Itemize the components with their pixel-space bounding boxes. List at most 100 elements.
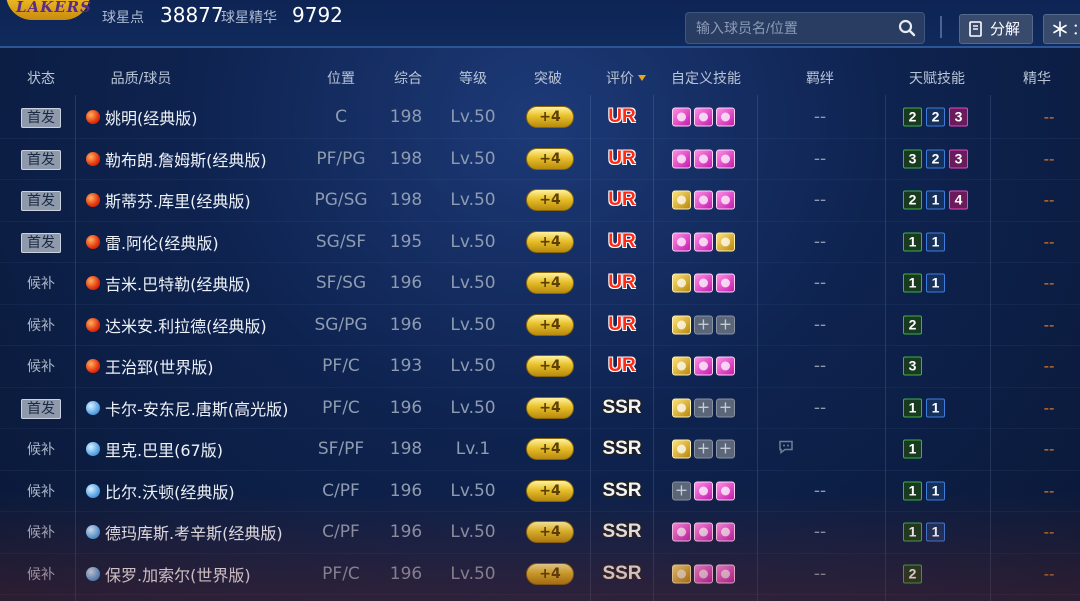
player-name[interactable]: 达米安.利拉德(经典版) bbox=[105, 313, 267, 337]
talent-badge[interactable]: 2 bbox=[926, 149, 945, 169]
player-name[interactable]: 雷.阿伦(经典版) bbox=[105, 230, 219, 254]
talent-badge[interactable]: 1 bbox=[903, 273, 922, 293]
skill-icon[interactable] bbox=[716, 190, 735, 210]
player-name-cell[interactable]: 吉米.巴特勒(经典版) bbox=[86, 271, 251, 295]
status-cell[interactable]: 首发 bbox=[21, 232, 61, 253]
col-bond[interactable]: 羁绊 bbox=[806, 68, 834, 88]
skill-icon[interactable] bbox=[672, 232, 691, 252]
talent-badge[interactable]: 3 bbox=[949, 149, 968, 169]
skill-icon[interactable] bbox=[716, 149, 735, 169]
status-badge[interactable]: 候补 bbox=[27, 318, 55, 334]
player-name-cell[interactable]: 姚明(经典版) bbox=[86, 105, 198, 129]
status-cell[interactable]: 首发 bbox=[21, 149, 61, 170]
table-row[interactable]: 候补 吉米.巴特勒(经典版) SF/SG 196 Lv.50 +4 UR -- … bbox=[0, 263, 1080, 305]
col-custom-skills[interactable]: 自定义技能 bbox=[671, 68, 741, 88]
talent-badge[interactable]: 2 bbox=[903, 107, 922, 127]
skill-icon[interactable] bbox=[716, 356, 735, 376]
col-status[interactable]: 状态 bbox=[27, 68, 55, 88]
table-row[interactable]: 候补 达米安.利拉德(经典版) SG/PG 196 Lv.50 +4 UR --… bbox=[0, 305, 1080, 346]
player-name[interactable]: 勒布朗.詹姆斯(经典版) bbox=[105, 147, 267, 171]
skill-icon[interactable] bbox=[694, 190, 713, 210]
skill-icon[interactable] bbox=[672, 356, 691, 376]
skill-icon[interactable] bbox=[716, 232, 735, 252]
skill-icon[interactable] bbox=[694, 564, 713, 584]
skill-icon[interactable] bbox=[672, 149, 691, 169]
player-name-cell[interactable]: 保罗.加索尔(世界版) bbox=[86, 562, 251, 586]
player-name[interactable]: 比尔.沃顿(经典版) bbox=[105, 479, 235, 503]
player-name[interactable]: 保罗.加索尔(世界版) bbox=[105, 562, 251, 586]
table-row[interactable]: 候补 里克.巴里(67版) SF/PF 198 Lv.1 +4 SSR 1 -- bbox=[0, 429, 1080, 471]
table-row[interactable]: 首发 卡尔-安东尼.唐斯(高光版) PF/C 196 Lv.50 +4 SSR … bbox=[0, 388, 1080, 429]
add-skill-icon[interactable] bbox=[694, 397, 713, 418]
skill-icon[interactable] bbox=[672, 107, 691, 127]
skill-icon[interactable] bbox=[694, 356, 713, 376]
table-row[interactable]: 首发 斯蒂芬.库里(经典版) PG/SG 198 Lv.50 +4 UR -- … bbox=[0, 180, 1080, 222]
status-cell[interactable]: 候补 bbox=[27, 439, 55, 459]
table-row[interactable]: 首发 勒布朗.詹姆斯(经典版) PF/PG 198 Lv.50 +4 UR --… bbox=[0, 139, 1080, 180]
status-cell[interactable]: 候补 bbox=[27, 522, 55, 542]
status-cell[interactable]: 首发 bbox=[21, 398, 61, 419]
status-cell[interactable]: 首发 bbox=[21, 190, 61, 212]
skill-icon[interactable] bbox=[716, 522, 735, 542]
player-name-cell[interactable]: 王治郅(世界版) bbox=[86, 354, 214, 378]
col-level[interactable]: 等级 bbox=[459, 68, 487, 88]
settings-button[interactable]: ： bbox=[1043, 14, 1080, 44]
col-talent[interactable]: 天赋技能 bbox=[909, 68, 965, 88]
talent-badge[interactable]: 1 bbox=[926, 398, 945, 418]
skill-icon[interactable] bbox=[716, 481, 735, 501]
talent-badge[interactable]: 2 bbox=[903, 564, 922, 584]
search-box[interactable] bbox=[685, 12, 925, 44]
add-skill-icon[interactable] bbox=[694, 439, 713, 459]
table-row[interactable]: 候补 王治郅(世界版) PF/C 193 Lv.50 +4 UR -- 3 -- bbox=[0, 346, 1080, 388]
skill-icon[interactable] bbox=[716, 273, 735, 293]
player-name[interactable]: 卡尔-安东尼.唐斯(高光版) bbox=[105, 396, 288, 420]
col-overall[interactable]: 综合 bbox=[394, 68, 422, 88]
player-name[interactable]: 姚明(经典版) bbox=[105, 105, 198, 129]
skill-icon[interactable] bbox=[716, 107, 735, 127]
talent-badge[interactable]: 3 bbox=[903, 356, 922, 376]
player-name-cell[interactable]: 德玛库斯.考辛斯(经典版) bbox=[86, 520, 283, 544]
add-skill-icon[interactable] bbox=[694, 314, 713, 335]
player-name-cell[interactable]: 达米安.利拉德(经典版) bbox=[86, 313, 267, 337]
talent-badge[interactable]: 1 bbox=[903, 481, 922, 501]
add-skill-icon[interactable] bbox=[716, 397, 735, 418]
search-icon[interactable] bbox=[898, 19, 916, 37]
talent-badge[interactable]: 1 bbox=[903, 439, 922, 459]
status-badge[interactable]: 候补 bbox=[27, 484, 55, 500]
player-name-cell[interactable]: 里克.巴里(67版) bbox=[86, 437, 223, 461]
skill-icon[interactable] bbox=[694, 232, 713, 252]
col-essence[interactable]: 精华 bbox=[1023, 68, 1051, 88]
talent-badge[interactable]: 1 bbox=[926, 522, 945, 542]
player-name[interactable]: 斯蒂芬.库里(经典版) bbox=[105, 188, 251, 212]
skill-icon[interactable] bbox=[672, 564, 691, 584]
player-name[interactable]: 里克.巴里(67版) bbox=[105, 437, 223, 461]
talent-badge[interactable]: 1 bbox=[903, 232, 922, 252]
col-player[interactable]: 品质/球员 bbox=[111, 68, 172, 88]
talent-badge[interactable]: 2 bbox=[903, 315, 922, 335]
col-rating[interactable]: 评价 bbox=[606, 68, 646, 88]
talent-badge[interactable]: 4 bbox=[949, 190, 968, 210]
status-cell[interactable]: 候补 bbox=[27, 356, 55, 376]
talent-badge[interactable]: 1 bbox=[903, 522, 922, 542]
skill-icon[interactable] bbox=[694, 481, 713, 501]
table-row[interactable]: 候补 比尔.沃顿(经典版) C/PF 196 Lv.50 +4 SSR -- 1… bbox=[0, 471, 1080, 512]
status-badge[interactable]: 候补 bbox=[27, 442, 55, 458]
skill-icon[interactable] bbox=[694, 107, 713, 127]
status-cell[interactable]: 候补 bbox=[27, 564, 55, 584]
player-name-cell[interactable]: 卡尔-安东尼.唐斯(高光版) bbox=[86, 396, 288, 420]
player-name[interactable]: 吉米.巴特勒(经典版) bbox=[105, 271, 251, 295]
talent-badge[interactable]: 1 bbox=[926, 190, 945, 210]
player-name-cell[interactable]: 雷.阿伦(经典版) bbox=[86, 230, 219, 254]
player-name[interactable]: 德玛库斯.考辛斯(经典版) bbox=[105, 520, 283, 544]
skill-icon[interactable] bbox=[672, 273, 691, 293]
player-name-cell[interactable]: 斯蒂芬.库里(经典版) bbox=[86, 188, 251, 212]
skill-icon[interactable] bbox=[694, 273, 713, 293]
skill-icon[interactable] bbox=[694, 149, 713, 169]
table-row[interactable]: 候补 保罗.加索尔(世界版) PF/C 196 Lv.50 +4 SSR -- … bbox=[0, 554, 1080, 595]
table-row[interactable]: 候补 德玛库斯.考辛斯(经典版) C/PF 196 Lv.50 +4 SSR -… bbox=[0, 512, 1080, 554]
status-badge[interactable]: 首发 bbox=[21, 398, 61, 419]
table-row[interactable]: 首发 姚明(经典版) C 198 Lv.50 +4 UR -- 223 -- bbox=[0, 97, 1080, 139]
skill-icon[interactable] bbox=[672, 522, 691, 542]
player-name-cell[interactable]: 比尔.沃顿(经典版) bbox=[86, 479, 235, 503]
status-cell[interactable]: 候补 bbox=[27, 273, 55, 293]
